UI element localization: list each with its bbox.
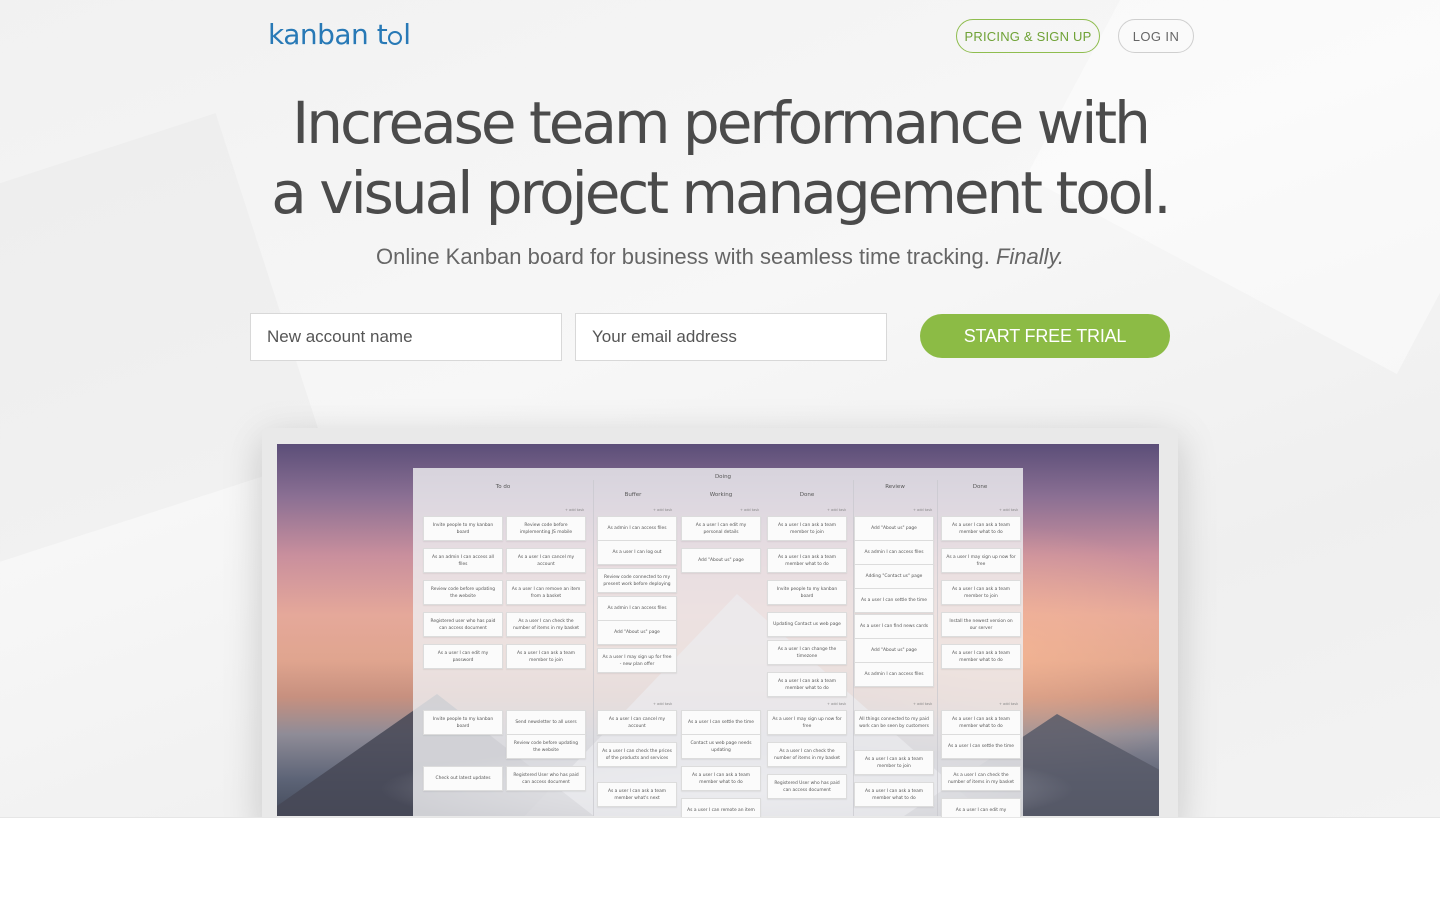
task-card[interactable]: As a user I may sign up now for free	[941, 548, 1021, 573]
task-card[interactable]: All things connected to my paid work can…	[854, 710, 934, 735]
hero-subtitle: Online Kanban board for business with se…	[0, 244, 1440, 270]
column-header-todo: To do	[495, 484, 511, 490]
column-divider	[593, 480, 594, 816]
task-card[interactable]: Review code before updating the website	[506, 734, 586, 759]
task-card[interactable]: Review code before updating the website	[423, 580, 503, 605]
task-card[interactable]: As a user I can check the prices of the …	[597, 742, 677, 767]
email-input[interactable]	[575, 313, 887, 361]
task-card[interactable]: As admin I can access files	[597, 516, 677, 541]
column-header-done-doing: Done	[799, 492, 815, 498]
hero-headline: Increase team performance with a visual …	[0, 88, 1440, 228]
task-card[interactable]: As a user I can edit my password	[423, 644, 503, 669]
task-card[interactable]: As a user I can ask a team member what t…	[941, 644, 1021, 669]
task-card[interactable]: As a user I can ask a team member to joi…	[506, 644, 586, 669]
task-card[interactable]: Add "About us" page	[854, 638, 934, 663]
add-task-link[interactable]: + add task	[913, 508, 932, 512]
task-card[interactable]: Review code connected to my present work…	[597, 568, 677, 593]
task-card[interactable]: As a user I can log out	[597, 540, 677, 565]
task-card[interactable]: Send newsletter to all users	[506, 710, 586, 735]
pricing-signup-button[interactable]: PRICING & SIGN UP	[956, 19, 1100, 53]
task-card[interactable]: As a user I can change the timezone	[767, 640, 847, 665]
logo-o-icon	[388, 31, 403, 45]
login-button[interactable]: LOG IN	[1118, 19, 1194, 53]
subtitle-emphasis: Finally.	[995, 244, 1065, 269]
task-card[interactable]: As an admin I can access all files	[423, 548, 503, 573]
task-card[interactable]: As a user I can settle the time	[941, 734, 1021, 759]
task-card[interactable]: As admin I can access files	[854, 662, 934, 687]
task-card[interactable]: As a user I can check the number of item…	[767, 742, 847, 767]
task-card[interactable]: As admin I can access files	[597, 596, 677, 621]
add-task-link[interactable]: + add task	[565, 508, 584, 512]
task-card[interactable]: As a user I can find news cards	[854, 614, 934, 639]
add-task-link[interactable]: + add task	[999, 702, 1018, 706]
column-header-buffer: Buffer	[624, 492, 642, 498]
task-card[interactable]: Invite people to my kanban board	[423, 516, 503, 541]
add-task-link[interactable]: + add task	[740, 508, 759, 512]
kanban-board-preview: To do Doing Buffer Working Done Review D…	[413, 468, 1023, 823]
task-card[interactable]: As admin I can access files	[854, 540, 934, 565]
column-header-done: Done	[972, 484, 988, 490]
task-card[interactable]: Registered user who has paid can access …	[423, 612, 503, 637]
add-task-link[interactable]: + add task	[913, 702, 932, 706]
task-card[interactable]: As a user I can ask a team member what's…	[597, 782, 677, 807]
task-card[interactable]: As a user I can edit my personal details	[681, 516, 761, 541]
headline-line-2: a visual project management tool.	[271, 159, 1171, 227]
task-card[interactable]: Adding "Contact us" page	[854, 564, 934, 589]
task-card[interactable]: Add "About us" page	[854, 516, 934, 541]
add-task-link[interactable]: + add task	[827, 508, 846, 512]
task-card[interactable]: As a user I can ask a team member what t…	[767, 548, 847, 573]
column-header-review: Review	[885, 484, 905, 490]
task-card[interactable]: Invite people to my kanban board	[423, 710, 503, 735]
logo-text-end: l	[403, 18, 411, 51]
task-card[interactable]: As a user I can ask a team member what t…	[854, 782, 934, 807]
column-header-doing: Doing	[714, 474, 732, 480]
headline-line-1: Increase team performance with	[292, 89, 1151, 157]
task-card[interactable]: As a user I may sign up for free - new p…	[597, 648, 677, 673]
add-task-link[interactable]: + add task	[827, 702, 846, 706]
add-task-link[interactable]: + add task	[999, 508, 1018, 512]
kanban-tool-logo[interactable]: kanban t l	[268, 18, 411, 51]
task-card[interactable]: As a user I can settle the time	[681, 710, 761, 735]
logo-text: kanban t	[268, 18, 388, 51]
column-divider	[937, 480, 938, 816]
task-card[interactable]: As a user I can cancel my account	[506, 548, 586, 573]
site-header: kanban t l PRICING & SIGN UP LOG IN	[0, 0, 1440, 72]
task-card[interactable]: As a user I can ask a team member what t…	[941, 516, 1021, 541]
task-card[interactable]: As a user I can ask a team member to joi…	[941, 580, 1021, 605]
task-card[interactable]: Add "About us" page	[597, 620, 677, 645]
task-card[interactable]: As a user I can ask a team member to joi…	[854, 750, 934, 775]
add-task-link[interactable]: + add task	[653, 702, 672, 706]
add-task-link[interactable]: + add task	[653, 508, 672, 512]
task-card[interactable]: As a user I may sign up now for free	[767, 710, 847, 735]
task-card[interactable]: Review code before implementing JS mobil…	[506, 516, 586, 541]
page-bottom-section	[0, 817, 1440, 900]
task-card[interactable]: As a user I can settle the time	[854, 588, 934, 613]
task-card[interactable]: Install the newest version on our server	[941, 612, 1021, 637]
task-card[interactable]: Check out latest updates	[423, 766, 503, 791]
task-card[interactable]: As a user I can ask a team member what t…	[681, 766, 761, 791]
task-card[interactable]: As a user I can ask a team member to joi…	[767, 516, 847, 541]
task-card[interactable]: Registered User who has paid can access …	[767, 774, 847, 799]
task-card[interactable]: As a user I can remove an item from a ba…	[506, 580, 586, 605]
start-free-trial-button[interactable]: START FREE TRIAL	[920, 314, 1170, 358]
account-name-input[interactable]	[250, 313, 562, 361]
subtitle-text: Online Kanban board for business with se…	[375, 244, 990, 269]
task-card[interactable]: Updating Contact us web page	[767, 612, 847, 637]
task-card[interactable]: Invite people to my kanban board	[767, 580, 847, 605]
task-card[interactable]: As a user I can ask a team member what t…	[941, 710, 1021, 735]
task-card[interactable]: As a user I can ask a team member what t…	[767, 672, 847, 697]
column-header-working: Working	[709, 492, 733, 498]
task-card[interactable]: As a user I can check the number of item…	[506, 612, 586, 637]
task-card[interactable]: Registered User who has paid can access …	[506, 766, 586, 791]
task-card[interactable]: Contact us web page needs updating	[681, 734, 761, 759]
task-card[interactable]: As a user I can cancel my account	[597, 710, 677, 735]
task-card[interactable]: Add "About us" page	[681, 548, 761, 573]
task-card[interactable]: As a user I can check the number of item…	[941, 766, 1021, 791]
